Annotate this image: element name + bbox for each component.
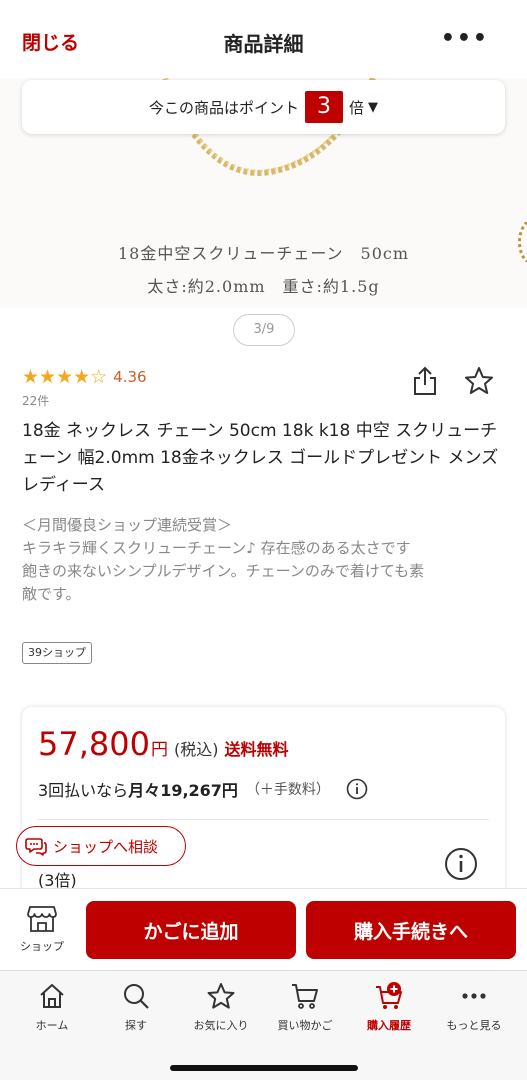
favorite-star-icon[interactable] [464, 366, 494, 396]
home-indicator[interactable] [170, 1065, 358, 1071]
shop-button[interactable]: ショップ [14, 905, 70, 957]
tab-label: 購入履歴 [367, 1019, 411, 1032]
image-counter: 3/9 [233, 314, 295, 346]
price-currency: 円 [150, 740, 168, 760]
tab-home[interactable]: ホーム [12, 981, 92, 1033]
rating-row[interactable]: ★★★★☆ 4.36 [22, 366, 147, 388]
shop-tag-badge: 39ショップ [22, 642, 92, 664]
share-icon[interactable] [412, 366, 438, 396]
tab-search[interactable]: 探す [96, 981, 176, 1033]
price-card: 57,800 円 (税込) 送料無料 3回払いなら 月々19,267円 （＋手数… [22, 707, 505, 907]
rating-stars: ★★★★☆ [22, 366, 108, 388]
cart-icon [292, 984, 318, 1009]
image-caption-title: 18金中空スクリューチェーン 50cm [117, 244, 410, 263]
tax-label: (税込) [173, 740, 219, 759]
card-divider [38, 819, 489, 820]
chat-bubble-icon [25, 838, 47, 856]
add-to-cart-button[interactable]: かごに追加 [86, 901, 296, 959]
info-icon[interactable] [346, 778, 368, 800]
review-count[interactable]: 22件 [22, 392, 49, 409]
home-icon [40, 984, 64, 1008]
checkout-button[interactable]: 購入手続きへ [306, 901, 516, 959]
purchase-action-bar: ショップ かごに追加 購入手続きへ [0, 888, 527, 970]
description-line: ＜月間優良ショップ連続受賞＞ [22, 516, 233, 534]
more-options-icon[interactable]: ••• [441, 26, 489, 51]
caret-down-icon: ▼ [368, 99, 379, 115]
installment-info: 3回払いなら 月々19,267円 （＋手数料） [38, 777, 368, 801]
storefront-icon [27, 906, 57, 932]
description-line: キラキラ輝くスクリューチェーン♪ 存在感のある太さです [22, 539, 411, 557]
tab-label: お気に入り [193, 1019, 249, 1032]
tab-cart[interactable]: 買い物かご [265, 981, 345, 1033]
tab-label: もっと見る [446, 1019, 502, 1032]
purchase-history-icon [376, 982, 402, 1009]
installment-fee-note: （＋手数料） [245, 782, 330, 798]
shop-button-label: ショップ [20, 940, 64, 953]
description-line: 飽きの来ないシンプルデザイン。チェーンのみで着けても素 [22, 562, 425, 580]
installment-amount: 月々19,267円 [128, 781, 238, 800]
installment-prefix: 3回払いなら [38, 781, 129, 800]
point-info-icon[interactable] [444, 847, 478, 881]
tab-purchase-history[interactable]: 購入履歴 [349, 981, 429, 1033]
free-shipping-label: 送料無料 [224, 740, 289, 759]
tab-more[interactable]: もっと見る [434, 981, 514, 1033]
point-banner-suffix: 倍 [349, 98, 365, 117]
point-banner-prefix: 今この商品はポイント [148, 98, 299, 117]
description-line: 敵です。 [22, 585, 81, 603]
rating-value: 4.36 [113, 368, 147, 386]
more-icon [462, 993, 486, 999]
price-row: 57,800 円 (税込) 送料無料 [38, 725, 288, 763]
bottom-tab-bar: ホーム 探す お気に入り 買い物かご 購入履歴 もっと見る [0, 970, 527, 1080]
consult-label: ショップへ相談 [53, 837, 159, 856]
point-multiplier: 3 [305, 91, 343, 123]
star-icon [207, 983, 235, 1009]
tab-label: 買い物かご [277, 1019, 333, 1032]
product-name: 18金 ネックレス チェーン 50cm 18k k18 中空 スクリューチェーン… [22, 421, 499, 495]
search-icon [124, 984, 149, 1009]
app-header: 閉じる 商品詳細 ••• [0, 0, 527, 78]
tab-label: 探す [125, 1019, 147, 1032]
product-description: ＜月間優良ショップ連続受賞＞ キラキラ輝くスクリューチェーン♪ 存在感のある太さ… [22, 514, 512, 606]
tab-favorites[interactable]: お気に入り [181, 981, 261, 1033]
point-banner[interactable]: 今この商品はポイント 3 倍 ▼ [22, 80, 505, 134]
tab-label: ホーム [35, 1019, 69, 1032]
price-amount: 57,800 [38, 725, 150, 763]
image-caption-specs: 太さ:約2.0mm 重さ:約1.5g [147, 277, 380, 296]
shop-consult-button[interactable]: ショップへ相談 [16, 826, 186, 866]
